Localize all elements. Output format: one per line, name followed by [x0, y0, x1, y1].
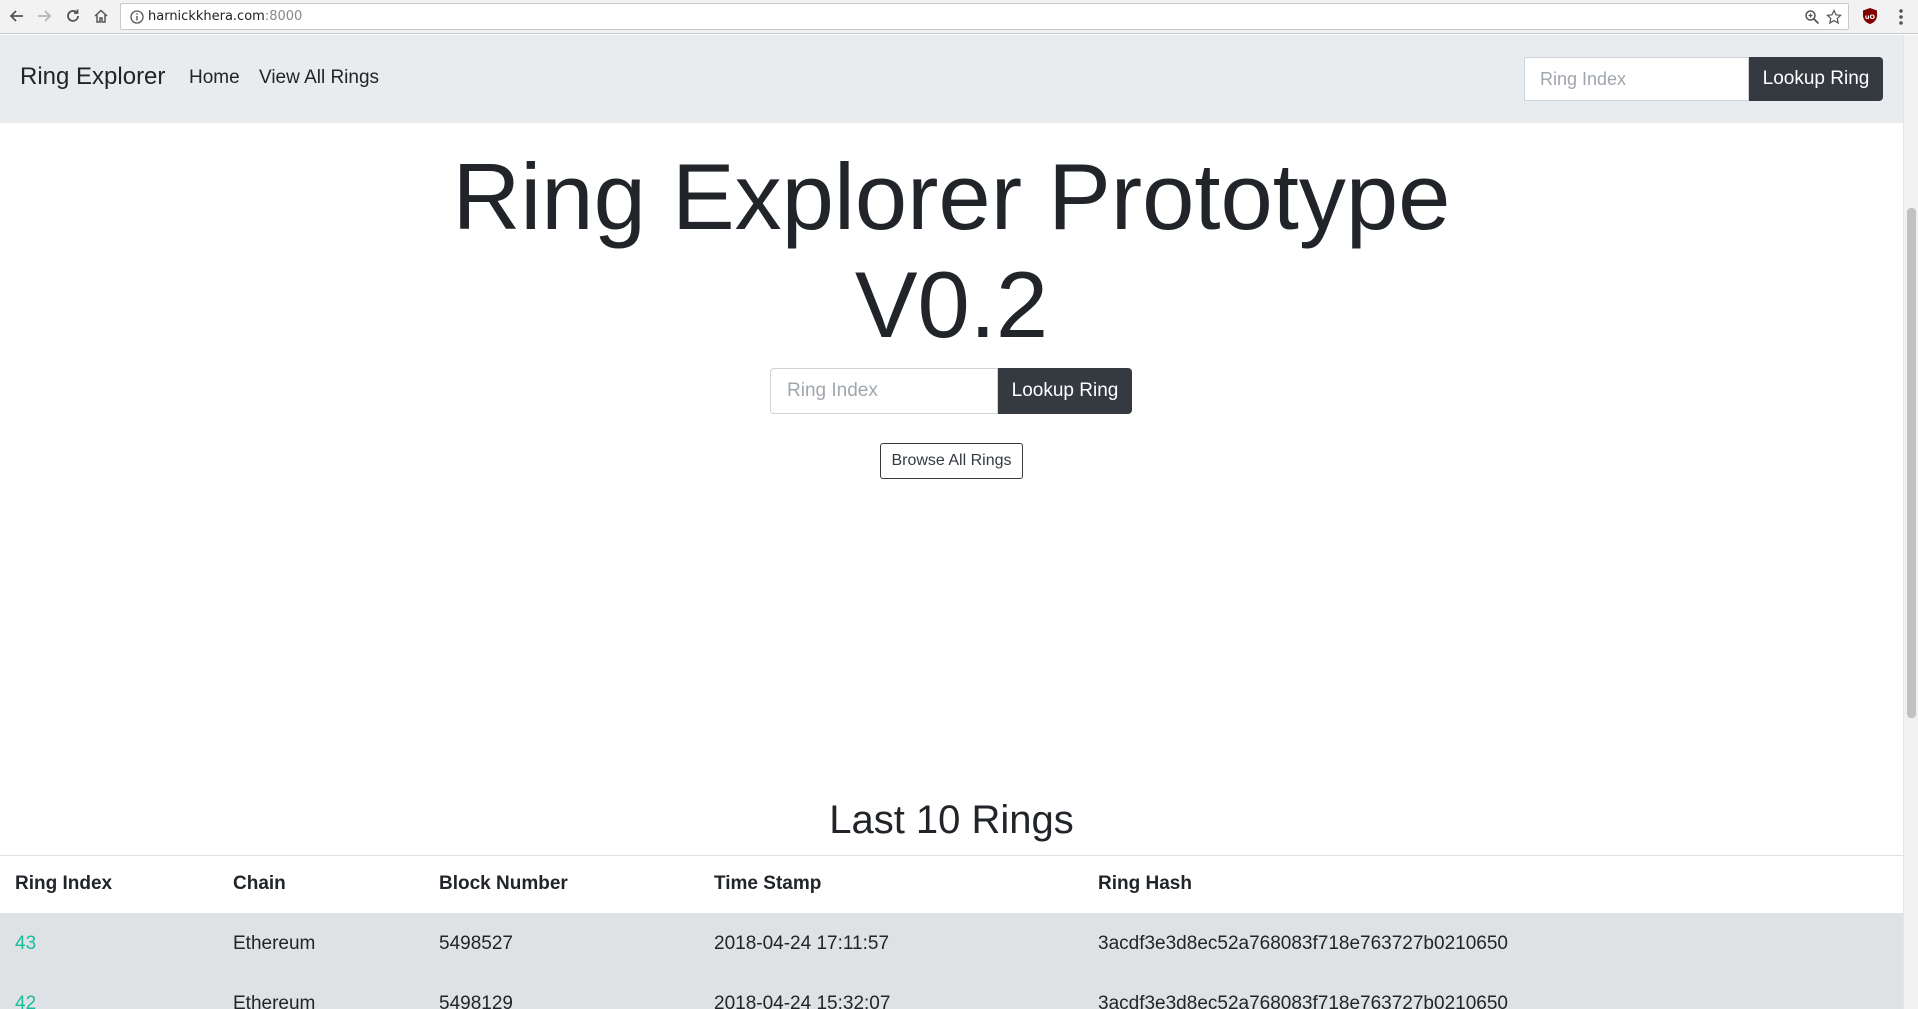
- bookmark-star-icon[interactable]: [1826, 9, 1842, 25]
- site-info-icon[interactable]: [130, 10, 144, 24]
- table-row: 43 Ethereum 5498527 2018-04-24 17:11:57 …: [0, 913, 1903, 974]
- ring-hash-cell: 3acdf3e3d8ec52a768083f718e763727b0210650: [1083, 973, 1903, 1009]
- url-text: harnickkhera.com:8000: [148, 9, 302, 24]
- ring-index-cell: 43: [0, 913, 218, 974]
- ring-hash-cell: 3acdf3e3d8ec52a768083f718e763727b0210650: [1083, 913, 1903, 974]
- ring-index-cell: 42: [0, 973, 218, 1009]
- nav-link-view-all-rings[interactable]: View All Rings: [259, 67, 379, 89]
- column-header-chain: Chain: [218, 855, 424, 915]
- page-title-line-1: Ring Explorer Prototype: [452, 144, 1451, 249]
- navbar: Ring Explorer Home View All Rings Lookup…: [0, 35, 1903, 123]
- rings-table: Ring Index Chain Block Number Time Stamp…: [0, 855, 1903, 1009]
- address-bar[interactable]: harnickkhera.com:8000: [120, 3, 1849, 30]
- browser-toolbar: harnickkhera.com:8000 uO: [0, 0, 1918, 34]
- last-rings-heading: Last 10 Rings: [829, 798, 1074, 842]
- page-viewport: Ring Explorer Home View All Rings Lookup…: [0, 35, 1903, 1009]
- navbar-lookup-ring-button[interactable]: Lookup Ring: [1749, 57, 1883, 101]
- chain-cell: Ethereum: [218, 913, 424, 974]
- hero-lookup-ring-button[interactable]: Lookup Ring: [998, 368, 1132, 414]
- time-stamp-cell: 2018-04-24 17:11:57: [699, 913, 1083, 974]
- back-icon[interactable]: [5, 4, 29, 28]
- forward-icon[interactable]: [32, 4, 56, 28]
- ring-index-link[interactable]: 43: [15, 933, 36, 954]
- navbar-brand[interactable]: Ring Explorer: [20, 63, 165, 91]
- reload-icon[interactable]: [61, 4, 85, 28]
- vertical-scrollbar[interactable]: [1903, 35, 1918, 1009]
- column-header-time-stamp: Time Stamp: [699, 855, 1083, 915]
- navbar-ring-index-input[interactable]: [1524, 57, 1749, 101]
- chain-cell: Ethereum: [218, 973, 424, 1009]
- zoom-icon[interactable]: [1804, 9, 1820, 25]
- time-stamp-cell: 2018-04-24 15:32:07: [699, 973, 1083, 1009]
- url-port: :8000: [264, 9, 303, 24]
- nav-link-home[interactable]: Home: [189, 67, 240, 89]
- page-title: Ring Explorer Prototype V0.2: [0, 143, 1903, 359]
- browse-all-rings-button[interactable]: Browse All Rings: [880, 443, 1023, 479]
- column-header-ring-index: Ring Index: [0, 855, 218, 915]
- hero-ring-index-input[interactable]: [770, 368, 998, 414]
- column-header-block-number: Block Number: [424, 855, 699, 915]
- column-header-ring-hash: Ring Hash: [1083, 855, 1903, 915]
- svg-text:uO: uO: [1865, 13, 1876, 21]
- url-host: harnickkhera.com: [148, 9, 265, 24]
- hero-search-form: Lookup Ring: [770, 368, 1132, 414]
- table-header-row: Ring Index Chain Block Number Time Stamp…: [0, 855, 1903, 915]
- block-number-cell: 5498129: [424, 973, 699, 1009]
- page-title-line-2: V0.2: [854, 252, 1049, 357]
- table-row: 42 Ethereum 5498129 2018-04-24 15:32:07 …: [0, 973, 1903, 1009]
- ublock-extension-icon[interactable]: uO: [1861, 7, 1879, 25]
- ring-index-link[interactable]: 42: [15, 993, 36, 1009]
- browser-menu-icon[interactable]: [1894, 7, 1908, 27]
- block-number-cell: 5498527: [424, 913, 699, 974]
- scrollbar-thumb[interactable]: [1907, 208, 1916, 718]
- home-icon[interactable]: [89, 4, 113, 28]
